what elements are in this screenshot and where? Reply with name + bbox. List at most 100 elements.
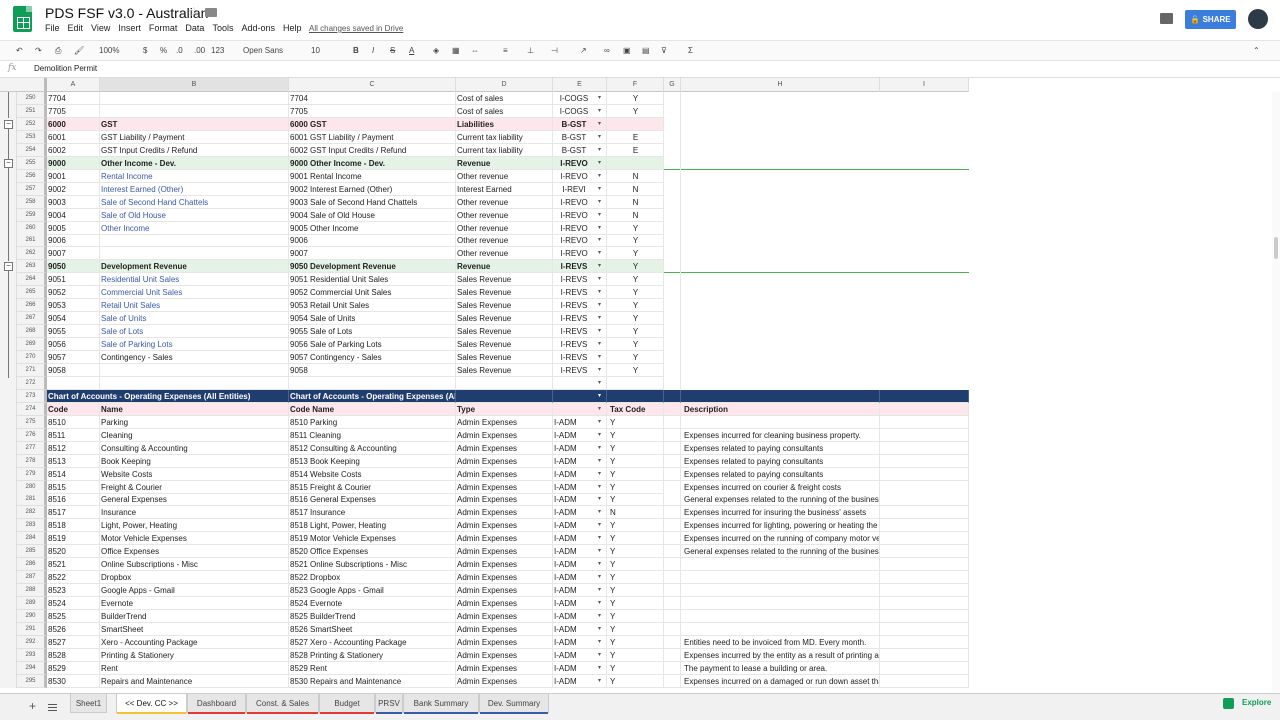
increase-decimal[interactable]: .00: [194, 44, 205, 58]
cell-g[interactable]: [664, 104, 681, 118]
fill-color-icon[interactable]: ◈: [433, 44, 439, 58]
cell-b[interactable]: Freight & Courier: [100, 480, 289, 494]
cell-h[interactable]: Expenses incurred on the running of comp…: [681, 532, 880, 546]
cell-f[interactable]: Y: [607, 221, 664, 235]
cell-b[interactable]: GST: [100, 117, 289, 131]
cell-c[interactable]: 8516 General Expenses: [289, 493, 456, 507]
cell-b[interactable]: Development Revenue: [100, 260, 289, 274]
dropdown-arrow-icon[interactable]: ▾: [598, 519, 601, 532]
dropdown-arrow-icon[interactable]: ▾: [598, 234, 601, 247]
cell-h[interactable]: [681, 144, 880, 157]
cell-b[interactable]: Cleaning: [100, 428, 289, 442]
cell-d[interactable]: Revenue: [456, 260, 553, 274]
cell-f[interactable]: Y: [607, 674, 664, 688]
cell-a[interactable]: 6000: [47, 117, 100, 131]
cell-f[interactable]: Y: [607, 415, 664, 429]
cell-a[interactable]: Code: [47, 402, 100, 416]
cell-a[interactable]: 8517: [47, 506, 100, 520]
menu-item-data[interactable]: Data: [185, 23, 204, 33]
cell-g[interactable]: [664, 635, 681, 649]
row-number[interactable]: 279: [17, 467, 47, 481]
cell-c[interactable]: 9053 Retail Unit Sales: [289, 299, 456, 313]
filter-icon[interactable]: ⊽: [661, 44, 667, 58]
row-number[interactable]: 281: [17, 493, 47, 507]
cell-d[interactable]: Type: [456, 402, 553, 416]
cell-g[interactable]: [664, 415, 681, 429]
cell-d[interactable]: Admin Expenses: [456, 493, 553, 507]
cell-b[interactable]: Evernote: [100, 597, 289, 611]
cell-i[interactable]: [880, 338, 969, 351]
dropdown-arrow-icon[interactable]: ▾: [598, 351, 601, 364]
cell-h[interactable]: Description: [681, 402, 880, 416]
cell-g[interactable]: [664, 571, 681, 585]
row-number[interactable]: 274: [17, 402, 47, 416]
cell-f[interactable]: Y: [607, 441, 664, 455]
row-number[interactable]: 288: [17, 584, 47, 598]
cell-c[interactable]: Chart of Accounts - Operating Expenses (…: [289, 389, 456, 403]
cell-f[interactable]: Y: [607, 493, 664, 507]
cell-d[interactable]: Admin Expenses: [456, 454, 553, 468]
cell-f[interactable]: Y: [607, 338, 664, 352]
cell-i[interactable]: [880, 610, 969, 623]
cell-b[interactable]: Google Apps - Gmail: [100, 584, 289, 598]
row-number[interactable]: 292: [17, 635, 47, 649]
dropdown-arrow-icon[interactable]: ▾: [598, 481, 601, 494]
cell-h[interactable]: [681, 234, 880, 247]
cell-i[interactable]: [880, 196, 969, 209]
cell-i[interactable]: [880, 92, 969, 105]
undo-icon[interactable]: ↶: [16, 44, 23, 58]
cell-d[interactable]: [456, 389, 553, 403]
cell-g[interactable]: [664, 351, 681, 364]
cell-d[interactable]: Sales Revenue: [456, 312, 553, 326]
cell-a[interactable]: Chart of Accounts - Operating Expenses (…: [47, 389, 289, 403]
cell-a[interactable]: 9004: [47, 208, 100, 222]
cell-a[interactable]: 8524: [47, 597, 100, 611]
dropdown-arrow-icon[interactable]: ▾: [598, 416, 601, 429]
cell-a[interactable]: 8526: [47, 622, 100, 636]
cell-g[interactable]: [664, 493, 681, 507]
row-number[interactable]: 287: [17, 571, 47, 585]
dropdown-arrow-icon[interactable]: ▾: [598, 247, 601, 260]
cell-b[interactable]: General Expenses: [100, 493, 289, 507]
cell-c[interactable]: 8520 Office Expenses: [289, 545, 456, 559]
row-number[interactable]: 257: [17, 182, 47, 196]
row-number[interactable]: 276: [17, 428, 47, 442]
cell-g[interactable]: [664, 454, 681, 468]
cell-c[interactable]: 9058: [289, 363, 456, 377]
dropdown-arrow-icon[interactable]: ▾: [598, 377, 601, 390]
cell-g[interactable]: [664, 286, 681, 300]
cell-a[interactable]: 9005: [47, 221, 100, 235]
cell-h[interactable]: [681, 597, 880, 611]
menu-item-view[interactable]: View: [91, 23, 110, 33]
row-number[interactable]: 280: [17, 480, 47, 494]
cell-b[interactable]: Light, Power, Heating: [100, 519, 289, 533]
dropdown-arrow-icon[interactable]: ▾: [598, 325, 601, 338]
column-header-e[interactable]: E: [553, 78, 607, 92]
cell-i[interactable]: [880, 597, 969, 611]
dropdown-arrow-icon[interactable]: ▾: [598, 442, 601, 455]
cell-d[interactable]: Sales Revenue: [456, 325, 553, 339]
cell-d[interactable]: Admin Expenses: [456, 519, 553, 533]
cell-f[interactable]: Y: [607, 299, 664, 313]
cell-b[interactable]: [100, 376, 289, 390]
cell-g[interactable]: [664, 648, 681, 662]
cell-c[interactable]: 9000 Other Income - Dev.: [289, 156, 456, 170]
share-button[interactable]: 🔒 SHARE: [1185, 10, 1236, 29]
menu-item-file[interactable]: File: [45, 23, 60, 33]
cell-h[interactable]: Expenses incurred for insuring the busin…: [681, 506, 880, 520]
cell-a[interactable]: 8518: [47, 519, 100, 533]
formula-input[interactable]: Demolition Permit: [34, 64, 97, 73]
cell-g[interactable]: [664, 130, 681, 144]
cell-d[interactable]: Revenue: [456, 156, 553, 170]
cell-f[interactable]: Y: [607, 454, 664, 468]
cell-b[interactable]: Sale of Old House: [100, 208, 289, 222]
cell-h[interactable]: Expenses related to paying consultants: [681, 454, 880, 468]
cell-g[interactable]: [664, 376, 681, 390]
dropdown-arrow-icon[interactable]: ▾: [598, 636, 601, 649]
merge-icon[interactable]: ⇔: [471, 44, 479, 58]
cell-g[interactable]: [664, 247, 681, 261]
explore-button[interactable]: Explore: [1242, 698, 1271, 707]
cell-h[interactable]: [681, 299, 880, 312]
cell-i[interactable]: [880, 441, 969, 455]
font-select[interactable]: Open Sans: [243, 44, 283, 58]
